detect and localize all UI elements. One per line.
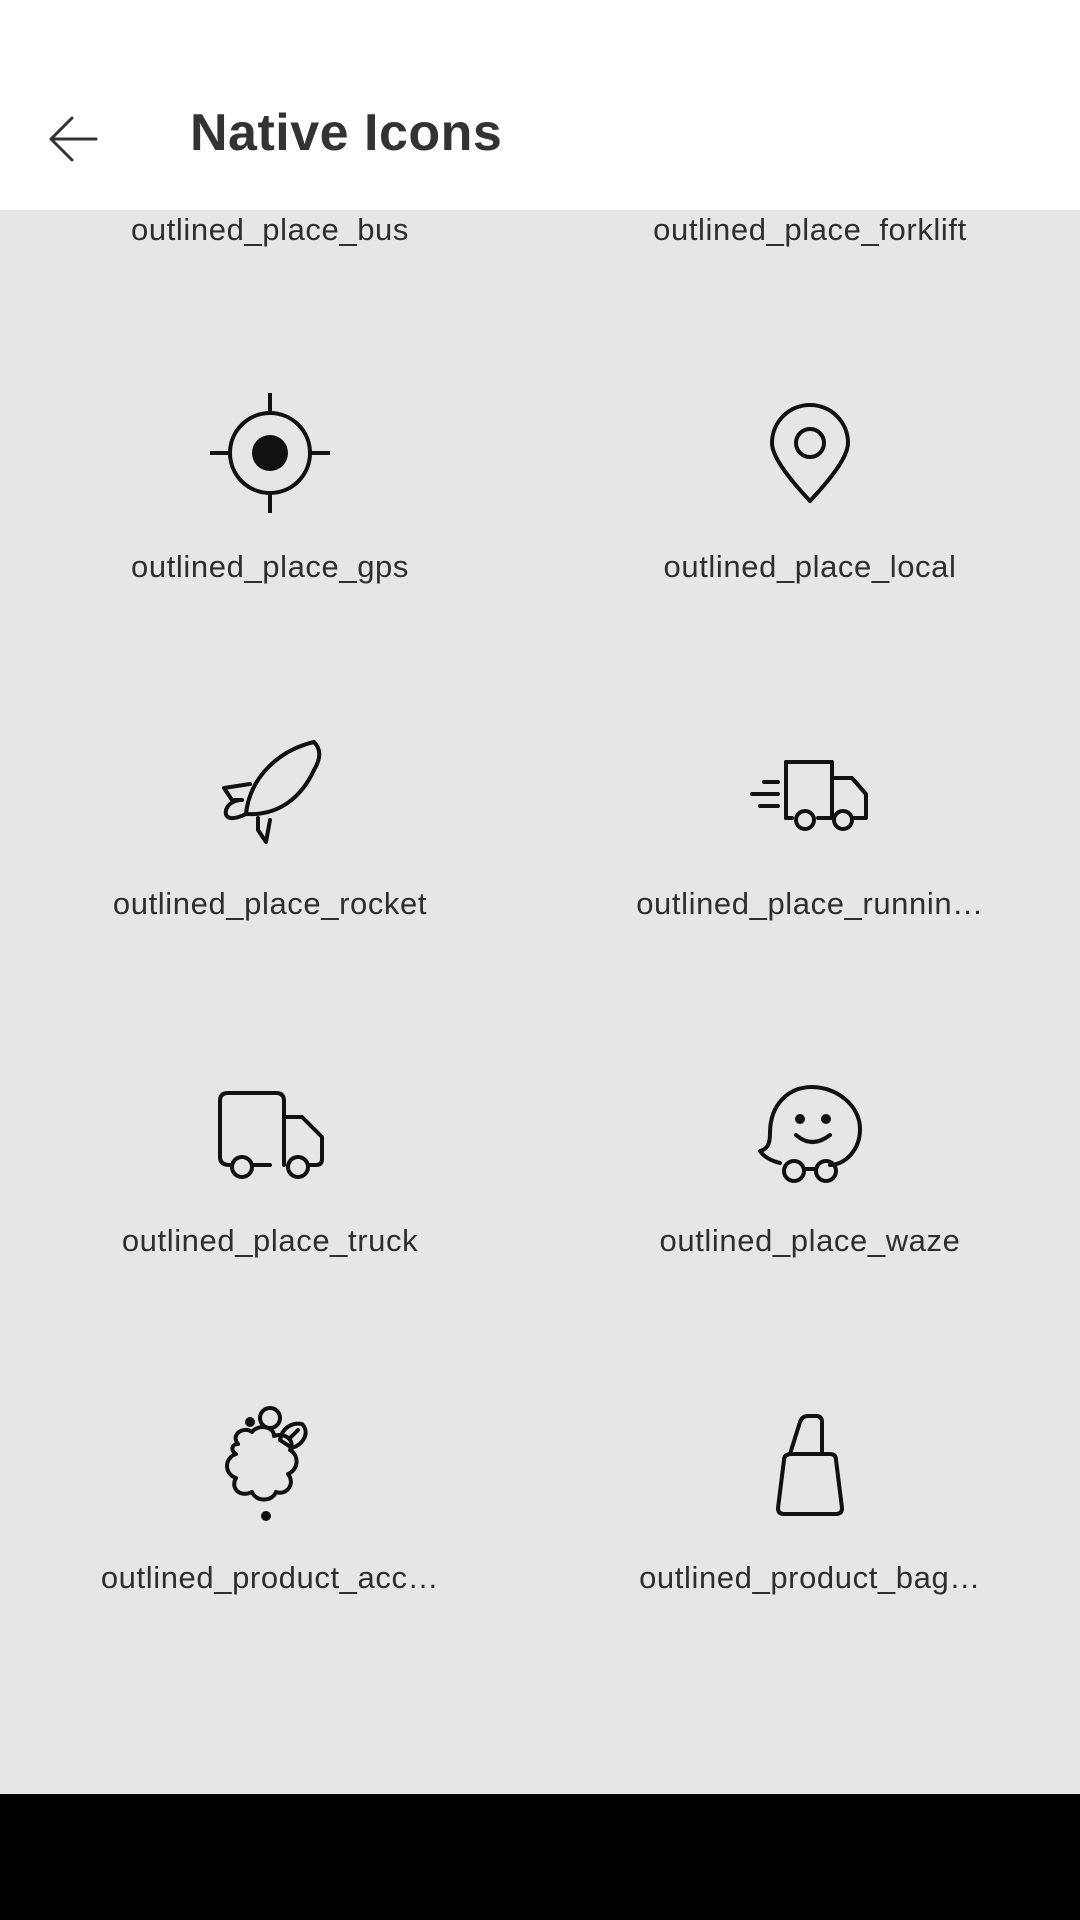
- app-bar: Native Icons: [0, 0, 1080, 210]
- truck-icon: [210, 1067, 330, 1187]
- system-navigation-bar: [0, 1794, 1080, 1920]
- icon-grid: outlined_place_bus outlined_place_forkli…: [0, 0, 1080, 1794]
- icon-label: outlined_product_bag…: [639, 1560, 981, 1595]
- icon-tile-rocket[interactable]: outlined_place_rocket: [0, 668, 540, 1005]
- icon-label: outlined_product_acc…: [100, 1560, 440, 1595]
- rocket-icon: [210, 730, 330, 850]
- fast-delivery-truck-icon: [750, 730, 870, 850]
- icon-label: outlined_place_waze: [659, 1223, 961, 1258]
- icon-label: outlined_place_truck: [121, 1223, 419, 1258]
- back-button[interactable]: [30, 96, 116, 182]
- page-title: Native Icons: [190, 104, 503, 162]
- waze-icon: [750, 1067, 870, 1187]
- shopping-bag-icon: [750, 1404, 870, 1524]
- icon-tile-bag[interactable]: outlined_product_bag…: [540, 1342, 1080, 1679]
- icon-tile-running[interactable]: outlined_place_runnin…: [540, 668, 1080, 1005]
- icon-label: outlined_place_runnin…: [636, 886, 984, 921]
- icon-tile-truck[interactable]: outlined_place_truck: [0, 1005, 540, 1342]
- gps-icon: [210, 393, 330, 513]
- icon-label: outlined_place_gps: [131, 549, 409, 584]
- icon-tile-waze[interactable]: outlined_place_waze: [540, 1005, 1080, 1342]
- icon-label: outlined_place_local: [663, 549, 957, 584]
- icon-tile-accessories[interactable]: outlined_product_acc…: [0, 1342, 540, 1679]
- icon-tile-gps[interactable]: outlined_place_gps: [0, 331, 540, 668]
- accessories-icon: [210, 1404, 330, 1524]
- icon-label: outlined_place_bus: [131, 212, 409, 247]
- arrow-back-icon: [49, 116, 98, 162]
- icon-label: outlined_place_rocket: [112, 886, 428, 921]
- icon-tile-local[interactable]: outlined_place_local: [540, 331, 1080, 668]
- location-pin-icon: [750, 393, 870, 513]
- icon-label: outlined_place_forklift: [653, 212, 967, 247]
